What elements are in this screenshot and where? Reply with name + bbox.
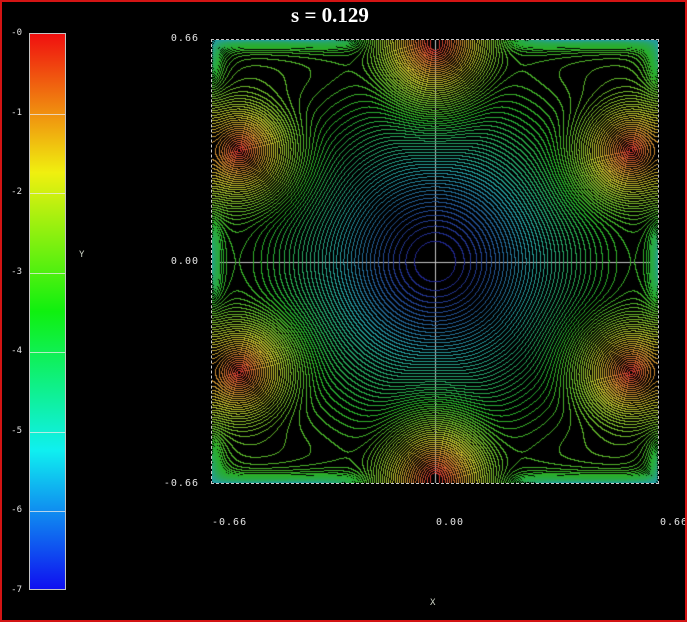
colorbar-tick-label: -3	[0, 267, 22, 277]
x-axis-tick-label: 0.00	[436, 517, 464, 528]
y-axis-label: Y	[79, 250, 84, 260]
x-axis-tick-label: 0.66	[660, 517, 687, 528]
colorbar-level-divider	[30, 193, 65, 194]
colorbar-gradient	[30, 34, 65, 589]
figure-window: s = 0.129 Y X -0 -1 -2 -3 -4 -5 -6 -7 0.66 0.00 -0…	[0, 0, 687, 622]
x-axis-tick-label: -0.66	[212, 517, 247, 528]
colorbar-tick-label: -5	[0, 426, 22, 436]
y-axis-tick-label: -0.66	[147, 478, 199, 489]
colorbar-level-divider	[30, 352, 65, 353]
colorbar-tick-label: -6	[0, 505, 22, 515]
colorbar-level-divider	[30, 432, 65, 433]
colorbar-tick-label: -1	[0, 108, 22, 118]
colorbar-level-divider	[30, 114, 65, 115]
y-axis-tick-label: 0.00	[147, 256, 199, 267]
colorbar-tick-label: -4	[0, 346, 22, 356]
x-axis-label: X	[430, 598, 435, 608]
colorbar-level-divider	[30, 511, 65, 512]
contour-plot-canvas	[211, 39, 659, 484]
colorbar-tick-label: -7	[0, 585, 22, 595]
colorbar	[29, 33, 66, 590]
colorbar-level-divider	[30, 273, 65, 274]
y-axis-tick-label: 0.66	[147, 33, 199, 44]
colorbar-tick-label: -2	[0, 187, 22, 197]
colorbar-tick-label: -0	[0, 28, 22, 38]
plot-title: s = 0.129	[0, 3, 660, 28]
